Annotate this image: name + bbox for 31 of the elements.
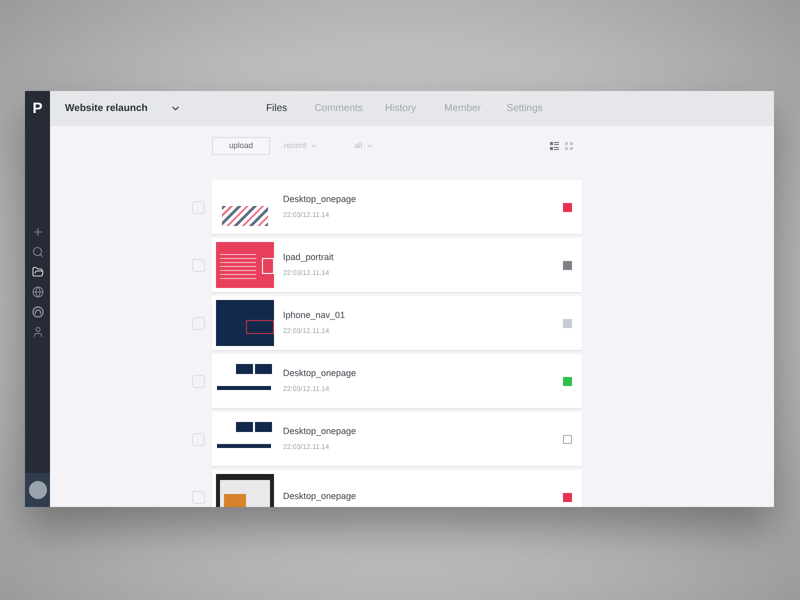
project-dropdown[interactable]: Website relaunch — [65, 101, 181, 116]
checkbox[interactable] — [192, 200, 205, 214]
checkbox[interactable] — [192, 258, 205, 272]
chevron-down-icon — [366, 142, 374, 150]
search-icon[interactable] — [32, 246, 44, 258]
file-name: Desktop_onepage — [283, 424, 356, 438]
file-name: Iphone_nav_01 — [283, 308, 346, 322]
checkbox[interactable] — [192, 432, 205, 446]
thumbnail-drawing — [216, 300, 274, 346]
thumbnail-drawing — [216, 242, 274, 288]
list-view-icon[interactable] — [550, 142, 559, 150]
chevron-down-icon — [310, 142, 318, 150]
arch-circle-icon[interactable] — [32, 306, 44, 318]
logo: P — [32, 101, 42, 116]
upload-button[interactable]: upload — [212, 137, 270, 155]
file-card[interactable]: Desktop_onepage — [212, 470, 582, 507]
checkbox[interactable] — [192, 316, 205, 330]
file-name: Desktop_onepage — [283, 490, 356, 504]
avatar[interactable] — [28, 481, 46, 499]
file-name: Ipad_portrait — [283, 250, 334, 264]
plus-icon[interactable] — [32, 226, 44, 238]
tab[interactable]: Files — [246, 101, 308, 116]
globe-icon[interactable] — [32, 286, 44, 298]
checkbox[interactable] — [192, 490, 205, 504]
file-name: Desktop_onepage — [283, 192, 356, 206]
checkbox[interactable] — [192, 374, 205, 388]
user-icon[interactable] — [32, 326, 44, 338]
status-square — [563, 434, 572, 444]
file-name: Desktop_onepage — [283, 366, 356, 380]
folder-icon[interactable] — [32, 266, 44, 278]
thumbnail-drawing — [216, 474, 274, 507]
